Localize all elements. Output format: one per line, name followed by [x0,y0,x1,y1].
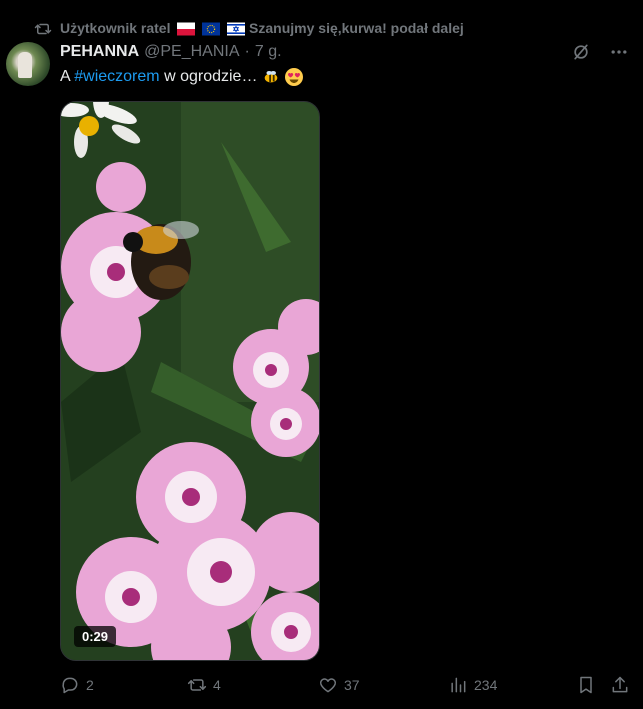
tweet-text-suffix: w ogrodzie… [164,68,258,86]
separator: · [244,43,250,60]
tweet-text: A #wieczorem w ogrodzie… [60,67,304,87]
author-name[interactable]: PEHANNA [60,43,139,61]
reply-count: 2 [86,677,94,693]
more-options-icon[interactable] [609,42,629,62]
like-count: 37 [344,677,360,693]
tweet-text-prefix: A [60,68,70,86]
hashtag-link[interactable]: #wieczorem [74,68,159,85]
bee-emoji-icon [264,70,278,83]
video-player[interactable]: 0:29 [60,101,320,661]
views-button[interactable]: 234 [448,672,497,698]
heart-eyes-emoji-icon [285,68,304,86]
avatar[interactable] [6,42,50,86]
grok-icon[interactable] [571,42,591,62]
views-count: 234 [474,677,498,693]
flag-israel-icon [227,22,246,36]
bookmark-button[interactable] [576,672,596,698]
author-handle[interactable]: @PE_HANIA [144,43,239,61]
tweet-top-actions [571,42,629,62]
bookmark-icon [580,676,592,694]
flag-poland-icon [177,22,196,36]
video-frame [61,102,319,660]
repost-count: 4 [213,677,221,693]
flag-eu-icon [202,22,221,36]
repost-suffix: Szanujmy się,kurwa! podał dalej [249,19,464,36]
repost-context[interactable]: Użytkownik ratel Szanujmy się,kurwa! pod… [34,18,464,40]
share-button[interactable] [610,672,630,698]
tweet-header: PEHANNA @PE_HANIA · 7 g. [60,43,282,61]
views-chart-icon [451,677,466,693]
repost-button[interactable]: 4 [187,672,221,698]
tweet-time[interactable]: 7 g. [255,43,282,61]
tweet-actions: 2 4 37 234 [60,672,630,698]
like-button[interactable]: 37 [318,672,360,698]
reply-icon [62,677,78,694]
heart-icon [319,678,337,693]
share-icon [612,676,628,693]
repost-user[interactable]: Użytkownik ratel [60,20,170,36]
repost-icon [187,679,207,691]
reply-button[interactable]: 2 [60,672,94,698]
repost-icon [34,23,52,35]
video-duration: 0:29 [74,626,117,647]
